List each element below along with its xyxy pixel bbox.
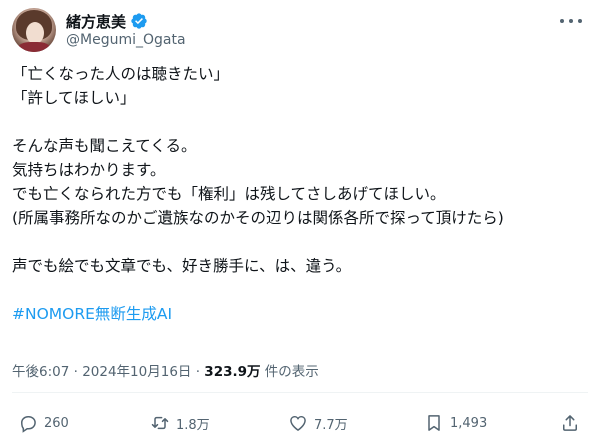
post-line: [12, 110, 588, 134]
repost-button[interactable]: 1.8万: [150, 408, 210, 438]
view-count-suffix: 件の表示: [260, 364, 319, 380]
post-line: でも亡くなられた方でも「権利」は残してさしあげてほしい。: [12, 185, 446, 203]
post-meta: 午後6:07 · 2024年10月16日 · 323.9万 件の表示: [12, 360, 319, 380]
heart-icon: [290, 415, 306, 431]
avatar[interactable]: [12, 8, 56, 52]
author-handle[interactable]: @Megumi_Ogata: [66, 32, 186, 48]
like-button[interactable]: 7.7万: [288, 408, 348, 438]
reply-button[interactable]: 260: [18, 408, 69, 438]
post-line: 「亡くなった人のは聴きたい」: [12, 65, 230, 83]
post-body: 「亡くなった人のは聴きたい」 「許してほしい」 そんな声も聞こえてくる。 気持ち…: [12, 62, 588, 326]
share-button[interactable]: [560, 408, 580, 438]
post-line: そんな声も聞こえてくる。: [12, 137, 197, 155]
share-icon: [563, 415, 577, 431]
verified-badge-icon: [130, 12, 148, 30]
post-date[interactable]: 2024年10月16日: [82, 364, 191, 380]
post-line: 声でも絵でも文章でも、好き勝手に、は、違う。: [12, 257, 352, 275]
bookmark-icon: [428, 415, 440, 431]
reply-count: 260: [44, 415, 69, 431]
more-options-icon[interactable]: [560, 14, 582, 28]
divider: [12, 392, 588, 393]
post-line: 気持ちはわかります。: [12, 161, 166, 179]
reply-icon: [20, 416, 36, 433]
repost-count: 1.8万: [176, 417, 210, 433]
repost-icon: [151, 416, 169, 430]
post-line: (所属事務所なのかご遺族なのかその辺りは関係各所で探って頂けたら): [12, 209, 504, 227]
hashtag-link[interactable]: #NOMORE無断生成AI: [12, 302, 588, 326]
display-name[interactable]: 緒方恵美: [66, 11, 126, 32]
post-line: [12, 230, 588, 254]
bookmark-count: 1,493: [450, 415, 488, 431]
post-header: 緒方恵美 @Megumi_Ogata: [12, 8, 588, 56]
author-name-row: 緒方恵美: [66, 10, 148, 32]
post-line: 「許してほしい」: [12, 89, 136, 107]
like-count: 7.7万: [314, 417, 348, 433]
meta-separator: ·: [191, 364, 205, 380]
meta-separator: ·: [69, 364, 83, 380]
post-time[interactable]: 午後6:07: [12, 364, 69, 380]
action-bar: 260 1.8万 7.7万 1,493: [12, 408, 588, 438]
post-line: [12, 278, 588, 302]
view-count: 323.9万: [204, 364, 261, 380]
bookmark-button[interactable]: 1,493: [424, 408, 487, 438]
